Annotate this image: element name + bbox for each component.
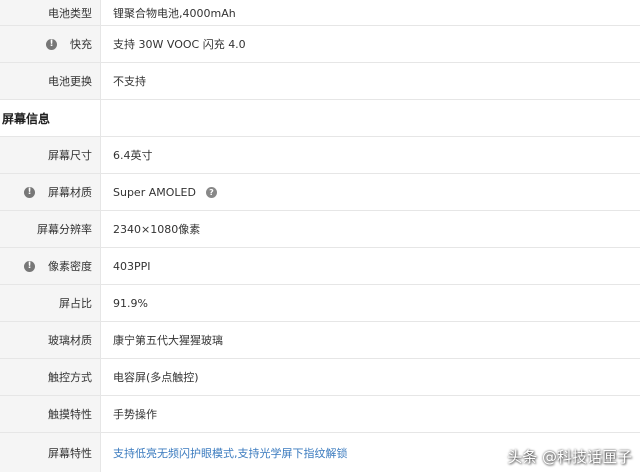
warning-icon[interactable]: ! (24, 260, 35, 272)
spec-label: 屏幕特性 (0, 433, 101, 472)
warning-icon[interactable]: ! (46, 38, 57, 50)
spec-label: 屏占比 (0, 285, 101, 321)
spec-row-fast-charge: ! 快充 支持 30W VOOC 闪充 4.0 (0, 26, 640, 63)
spec-row-battery-replace: 电池更换 不支持 (0, 63, 640, 100)
section-header-screen: 屏幕信息 (0, 100, 640, 137)
spec-label: ! 屏幕材质 (0, 174, 101, 210)
spec-label: 电池更换 (0, 63, 101, 99)
spec-label: ! 快充 (0, 26, 101, 62)
spec-value: 403PPI (113, 259, 151, 273)
spec-value: 不支持 (113, 75, 146, 88)
spec-row-battery-type: 电池类型 锂聚合物电池,4000mAh (0, 0, 640, 26)
screen-features-link[interactable]: 支持低亮无频闪护眼模式,支持光学屏下指纹解锁 (113, 445, 348, 461)
spec-label: 屏幕分辨率 (0, 211, 101, 247)
warning-icon[interactable]: ! (24, 186, 35, 198)
spec-row-screen-ratio: 屏占比 91.9% (0, 285, 640, 322)
watermark: 头条 @科技话匣子 (507, 448, 632, 466)
section-title: 屏幕信息 (0, 100, 101, 136)
help-icon[interactable]: ? (205, 186, 217, 198)
spec-value: 6.4英寸 (113, 149, 153, 162)
spec-row-resolution: 屏幕分辨率 2340×1080像素 (0, 211, 640, 248)
spec-row-touch-method: 触控方式 电容屏(多点触控) (0, 359, 640, 396)
spec-value: 锂聚合物电池,4000mAh (113, 6, 236, 20)
spec-value: Super AMOLED ? (101, 174, 640, 210)
spec-row-screen-material: ! 屏幕材质 Super AMOLED ? (0, 174, 640, 211)
spec-label: 玻璃材质 (0, 322, 101, 358)
spec-value: 91.9% (113, 296, 148, 310)
spec-table: 电池类型 锂聚合物电池,4000mAh ! 快充 支持 30W VOOC 闪充 … (0, 0, 640, 473)
spec-label: 触摸特性 (0, 396, 101, 432)
spec-value: 电容屏(多点触控) (113, 371, 199, 384)
spec-value: 支持 30W VOOC 闪充 4.0 (113, 38, 246, 51)
spec-label: 触控方式 (0, 359, 101, 395)
spec-label: 屏幕尺寸 (0, 137, 101, 173)
spec-row-pixel-density: ! 像素密度 403PPI (0, 248, 640, 285)
spec-value: 2340×1080像素 (113, 223, 201, 236)
spec-value: 康宁第五代大猩猩玻璃 (113, 334, 223, 347)
spec-label: ! 像素密度 (0, 248, 101, 284)
spec-row-glass: 玻璃材质 康宁第五代大猩猩玻璃 (0, 322, 640, 359)
spec-value: 手势操作 (113, 408, 157, 421)
spec-label: 电池类型 (0, 0, 101, 25)
spec-row-touch-features: 触摸特性 手势操作 (0, 396, 640, 433)
section-empty-cell (101, 100, 640, 136)
spec-row-screen-size: 屏幕尺寸 6.4英寸 (0, 137, 640, 174)
